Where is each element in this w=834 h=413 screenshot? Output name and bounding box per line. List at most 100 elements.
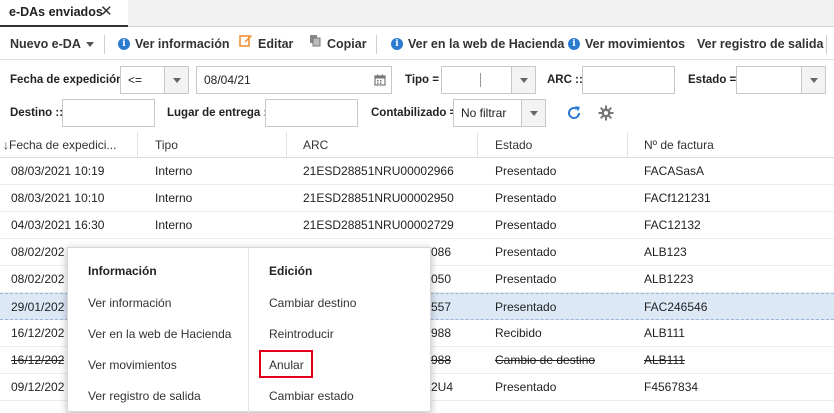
tipo-label: Tipo =	[405, 74, 439, 86]
cell-estado: Cambio de destino	[495, 353, 596, 367]
tab-edas-enviados[interactable]: e-DAs enviados ✕	[0, 0, 128, 27]
text-cursor	[480, 73, 481, 87]
tab-label: e-DAs enviados	[9, 5, 103, 19]
cell-factura: ALB123	[644, 245, 687, 259]
nuevo-eda-button[interactable]: Nuevo e-DA	[10, 29, 94, 60]
cell-fecha: 08/02/202	[11, 245, 65, 259]
cell-fecha: 08/03/2021 10:19	[11, 164, 105, 178]
cell-arc: 988	[431, 326, 452, 340]
cell-factura: FAC246546	[644, 300, 708, 314]
destino-label: Destino ::	[10, 107, 64, 119]
nuevo-eda-label: Nuevo e-DA	[10, 37, 81, 51]
cell-arc: 557	[431, 300, 452, 314]
lugar-entrega-label: Lugar de entrega ::	[167, 107, 272, 119]
cell-arc: 988	[431, 353, 452, 367]
close-icon[interactable]: ✕	[100, 0, 113, 23]
cell-estado: Presentado	[495, 380, 557, 394]
context-menu-header-edicion: Edición	[269, 264, 313, 278]
arc-input[interactable]	[582, 66, 675, 94]
cell-factura: ALB111	[644, 353, 685, 367]
column-divider[interactable]	[137, 132, 138, 158]
fecha-expedicion-value: 08/04/21	[204, 73, 251, 87]
copiar-button[interactable]: Copiar	[309, 29, 367, 60]
estado-select[interactable]	[736, 66, 826, 94]
column-divider[interactable]	[627, 132, 628, 158]
menu-item-cambiar-estado[interactable]: Cambiar estado	[269, 389, 354, 403]
fecha-expedicion-label: Fecha de expedición	[10, 74, 124, 86]
toolbar-divider	[104, 35, 105, 54]
fecha-expedicion-input[interactable]: 08/04/21	[196, 66, 392, 94]
contabilizado-value: No filtrar	[461, 106, 507, 120]
cell-fecha: 08/02/202	[11, 272, 65, 286]
toolbar: Nuevo e-DA i Ver información Editar Copia…	[0, 29, 834, 60]
column-divider[interactable]	[286, 132, 287, 158]
calendar-icon[interactable]	[369, 67, 391, 93]
cell-arc: 086	[431, 245, 452, 259]
gear-icon[interactable]	[598, 105, 614, 121]
copy-icon	[309, 28, 322, 59]
anular-highlight-box	[259, 350, 313, 378]
chevron-down-icon	[801, 67, 825, 93]
table-row[interactable]: 08/03/2021 10:19 Interno 21ESD28851NRU00…	[0, 158, 834, 185]
menu-item-ver-informacion[interactable]: Ver información	[88, 296, 171, 310]
info-icon: i	[391, 37, 403, 50]
cell-fecha: 09/12/202	[11, 380, 65, 394]
cell-arc: 21ESD28851NRU00002950	[303, 191, 454, 205]
tab-bar: e-DAs enviados ✕	[0, 0, 834, 27]
cell-factura: F4567834	[644, 380, 699, 394]
chevron-down-icon	[164, 67, 188, 93]
chevron-down-icon	[511, 67, 535, 93]
cell-factura: FACASasA	[644, 164, 705, 178]
toolbar-divider	[376, 35, 377, 54]
grid-header: ↓Fecha de expedici... Tipo ARC Estado Nº…	[0, 132, 834, 158]
column-header-factura[interactable]: Nº de factura	[644, 132, 714, 158]
editar-button[interactable]: Editar	[239, 29, 293, 60]
menu-item-ver-web-hacienda[interactable]: Ver en la web de Hacienda	[88, 327, 231, 341]
cell-tipo: Interno	[155, 191, 193, 205]
cell-estado: Presentado	[495, 245, 557, 259]
cell-tipo: Interno	[155, 218, 193, 232]
column-header-arc[interactable]: ARC	[303, 132, 328, 158]
table-row[interactable]: 04/03/2021 16:30 Interno 21ESD28851NRU00…	[0, 212, 834, 239]
chevron-down-icon	[85, 42, 94, 48]
editar-label: Editar	[258, 37, 294, 51]
cell-fecha: 16/12/202	[11, 326, 65, 340]
refresh-icon[interactable]	[565, 104, 583, 122]
cell-tipo: Interno	[155, 164, 193, 178]
ver-registro-salida-button[interactable]: Ver registro de salida	[697, 29, 823, 60]
menu-item-ver-registro-salida[interactable]: Ver registro de salida	[88, 389, 201, 403]
info-icon: i	[118, 37, 130, 50]
tipo-select[interactable]	[441, 66, 536, 94]
chevron-down-icon	[521, 100, 545, 126]
cell-estado: Presentado	[495, 300, 557, 314]
table-row[interactable]: 08/03/2021 10:10 Interno 21ESD28851NRU00…	[0, 185, 834, 212]
column-header-fecha-label: Fecha de expedici...	[9, 138, 117, 152]
cell-estado: Presentado	[495, 191, 557, 205]
destino-input[interactable]	[62, 99, 155, 127]
menu-item-cambiar-destino[interactable]: Cambiar destino	[269, 296, 356, 310]
ver-web-hacienda-button[interactable]: i Ver en la web de Hacienda	[391, 29, 564, 60]
ver-movimientos-button[interactable]: i Ver movimientos	[568, 29, 685, 60]
cell-fecha: 04/03/2021 16:30	[11, 218, 105, 232]
column-header-tipo[interactable]: Tipo	[155, 132, 178, 158]
cell-fecha: 16/12/202	[11, 353, 65, 367]
cell-arc: 2U4	[431, 380, 454, 394]
arc-label: ARC ::	[547, 74, 583, 86]
ver-informacion-button[interactable]: i Ver información	[118, 29, 229, 60]
context-menu-divider	[248, 248, 249, 413]
cell-fecha: 08/03/2021 10:10	[11, 191, 105, 205]
edit-icon	[239, 28, 253, 59]
column-header-estado[interactable]: Estado	[495, 132, 532, 158]
contabilizado-select[interactable]: No filtrar	[453, 99, 546, 127]
menu-item-ver-movimientos[interactable]: Ver movimientos	[88, 358, 177, 372]
column-header-fecha[interactable]: ↓Fecha de expedici...	[3, 132, 116, 158]
fecha-operator-value: <=	[128, 73, 143, 87]
cell-arc: 21ESD28851NRU00002729	[303, 218, 454, 232]
cell-estado: Presentado	[495, 218, 557, 232]
info-icon: i	[568, 37, 580, 50]
menu-item-reintroducir[interactable]: Reintroducir	[269, 327, 334, 341]
lugar-entrega-input[interactable]	[265, 99, 358, 127]
column-divider[interactable]	[477, 132, 478, 158]
fecha-operator-select[interactable]: <=	[120, 66, 189, 94]
context-menu: Información Ver información Ver en la we…	[67, 247, 431, 413]
